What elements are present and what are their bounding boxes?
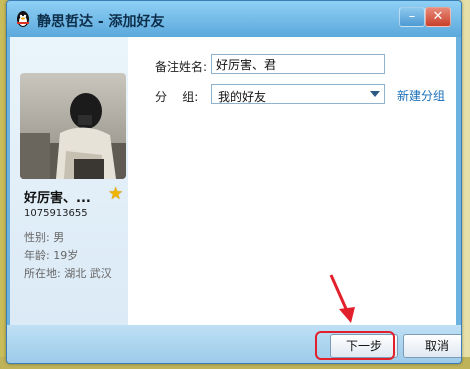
minimize-button[interactable]: – [399,7,425,27]
remark-input[interactable]: 好厉害、君 [211,54,385,74]
profile-panel: 好厉害、... ★ 1075913655 性别: 男 年龄: 19岁 所在地: … [10,37,128,325]
close-button[interactable]: ✕ [425,7,451,27]
age: 年龄: 19岁 [24,249,79,262]
group-select[interactable]: 我的好友 [211,84,385,104]
highlight-box [315,331,395,360]
remark-label: 备注姓名: [155,60,208,74]
avatar[interactable] [20,73,126,179]
title-bar[interactable]: 静思哲达 - 添加好友 – ✕ [7,1,461,37]
new-group-link[interactable]: 新建分组 [397,87,445,104]
group-select-value: 我的好友 [218,90,267,104]
arrow-annotation [329,274,355,323]
group-label: 分 组: [155,90,199,104]
chevron-down-icon [370,91,380,97]
close-icon: ✕ [432,9,444,24]
qq-penguin-icon [17,11,29,27]
add-friend-dialog: 静思哲达 - 添加好友 – ✕ 好厉害、... ★ 1075913655 性别:… [6,0,462,364]
star-icon[interactable]: ★ [108,184,123,204]
minimize-icon: – [408,9,416,24]
gender: 性别: 男 [24,231,65,244]
nickname: 好厉害、... [24,191,91,206]
dialog-content: 好厉害、... ★ 1075913655 性别: 男 年龄: 19岁 所在地: … [10,37,456,325]
cancel-button[interactable]: 取消 [403,334,461,358]
qq-number: 1075913655 [24,208,88,219]
location: 所在地: 湖北 武汉 [24,267,112,280]
window-title: 静思哲达 - 添加好友 [37,14,165,30]
